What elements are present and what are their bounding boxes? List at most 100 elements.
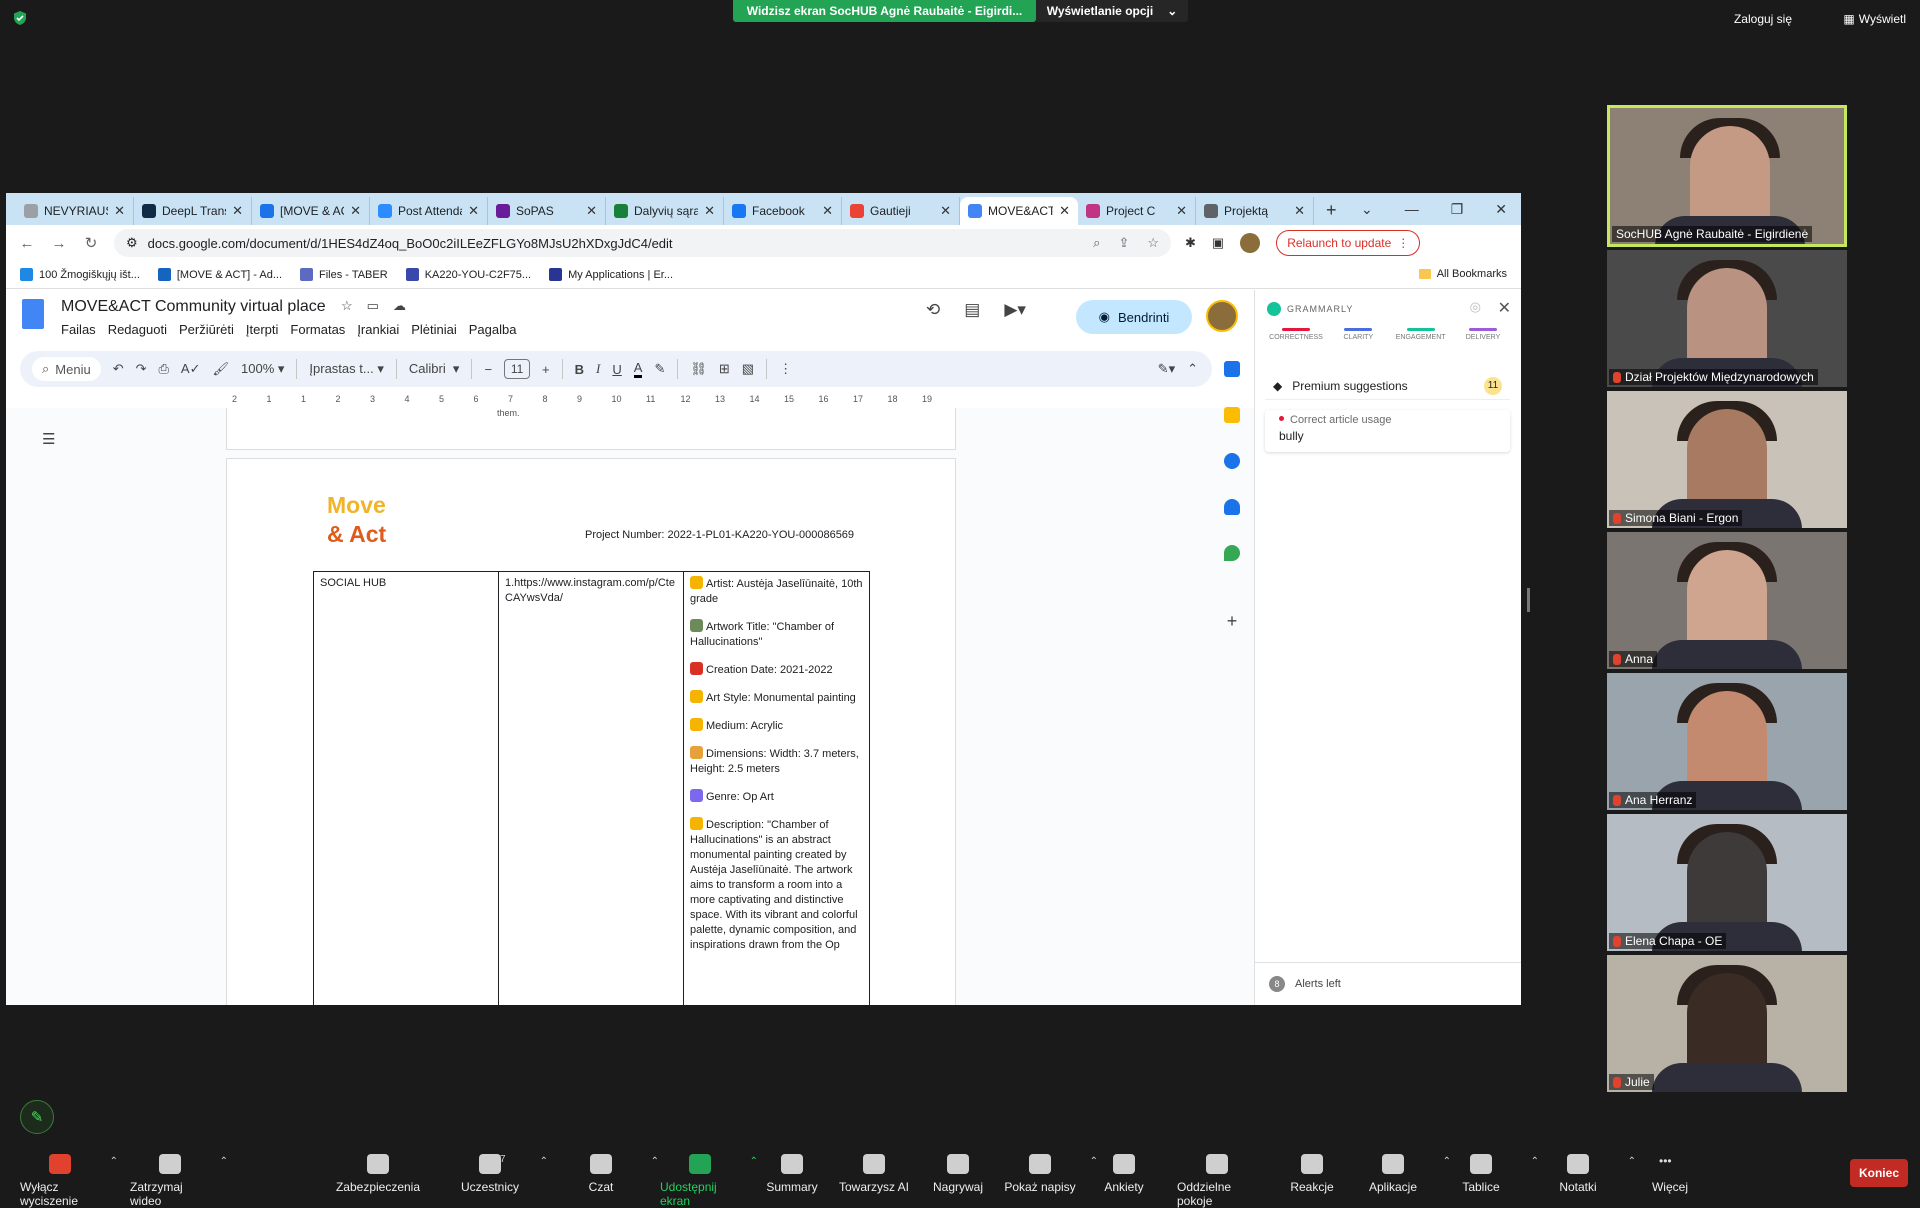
- bookmark-item[interactable]: KA220-YOU-C2F75...: [405, 268, 531, 281]
- tasks-icon[interactable]: [1224, 453, 1240, 469]
- participant-video[interactable]: Dział Projektów Międzynarodowych: [1607, 250, 1847, 387]
- grammarly-category[interactable]: CORRECTNESS: [1267, 328, 1325, 341]
- grammarly-category[interactable]: DELIVERY: [1454, 328, 1512, 341]
- link-icon[interactable]: ⛓: [690, 361, 707, 377]
- decrease-font-icon[interactable]: −: [484, 362, 492, 377]
- docs-logo-icon[interactable]: [22, 299, 44, 329]
- toolbar-whiteboards-button[interactable]: Tablice ⌃: [1441, 1154, 1539, 1194]
- bookmark-item[interactable]: Files - TABER: [300, 268, 388, 281]
- toolbar-summary-button[interactable]: Summary: [752, 1154, 832, 1194]
- bookmark-star-icon[interactable]: ☆: [1147, 235, 1159, 251]
- goals-icon[interactable]: ◎: [1470, 299, 1481, 315]
- browser-tab[interactable]: [MOVE & ACT] ✕: [252, 197, 370, 225]
- panel-resize-handle[interactable]: [1527, 588, 1530, 612]
- italic-icon[interactable]: I: [596, 361, 600, 377]
- back-icon[interactable]: ←: [18, 235, 36, 252]
- zoom-icon[interactable]: ⌕: [1093, 235, 1100, 251]
- view-options-dropdown[interactable]: Wyświetlanie opcji ⌄: [1036, 0, 1188, 22]
- toolbar-polls-button[interactable]: Ankiety: [1084, 1154, 1164, 1194]
- extensions-icon[interactable]: ✱: [1185, 235, 1196, 251]
- style-select[interactable]: Įprastas t... ▾: [309, 361, 383, 377]
- grammarly-category[interactable]: CLARITY: [1329, 328, 1387, 341]
- increase-font-icon[interactable]: +: [542, 362, 550, 377]
- menu-item[interactable]: Peržiūrėti: [179, 322, 234, 337]
- menu-item[interactable]: Formatas: [290, 322, 345, 337]
- browser-tab[interactable]: Post Attendance ✕: [370, 197, 488, 225]
- browser-tab[interactable]: Project C ✕: [1078, 197, 1196, 225]
- content-table[interactable]: SOCIAL HUB 1.https://www.instagram.com/p…: [313, 571, 870, 1005]
- table-cell-info[interactable]: Artist: Austėja Jaselīūnaitė, 10th grade…: [684, 572, 869, 1005]
- toolbar-captions-button[interactable]: Pokaż napisy ⌃: [1000, 1154, 1098, 1194]
- browser-tab[interactable]: DeepL Translate ✕: [134, 197, 252, 225]
- toolbar-chat-button[interactable]: Czat ⌃: [561, 1154, 659, 1194]
- move-folder-icon[interactable]: ▭: [367, 298, 379, 314]
- participant-video[interactable]: Ana Herranz: [1607, 673, 1847, 810]
- comments-icon[interactable]: ▤: [964, 300, 980, 320]
- browser-tab[interactable]: MOVE&ACT ✕: [960, 197, 1078, 225]
- site-info-icon[interactable]: ⚙: [126, 235, 138, 251]
- browser-tab[interactable]: Projektą ✕: [1196, 197, 1314, 225]
- menu-item[interactable]: Įterpti: [246, 322, 279, 337]
- cloud-status-icon[interactable]: ☁: [393, 298, 406, 314]
- close-tab-icon[interactable]: ✕: [940, 203, 951, 219]
- close-tab-icon[interactable]: ✕: [1176, 203, 1187, 219]
- bookmark-item[interactable]: My Applications | Er...: [549, 268, 673, 281]
- shield-check-icon[interactable]: [12, 10, 28, 26]
- collapse-toolbar-icon[interactable]: ⌃: [1187, 361, 1198, 377]
- relaunch-button[interactable]: Relaunch to update ⋮: [1276, 230, 1421, 256]
- print-icon[interactable]: ⎙: [159, 361, 169, 377]
- toolbar-reactions-button[interactable]: Reakcje: [1272, 1154, 1352, 1194]
- browser-tab[interactable]: Gautieji ✕: [842, 197, 960, 225]
- toolbar-ai-companion-button[interactable]: Towarzysz AI: [834, 1154, 914, 1194]
- annotate-pen-icon[interactable]: ✎: [20, 1100, 54, 1134]
- all-bookmarks-button[interactable]: All Bookmarks: [1418, 268, 1507, 280]
- close-tab-icon[interactable]: ✕: [586, 203, 597, 219]
- minimize-icon[interactable]: —: [1405, 201, 1419, 217]
- end-meeting-button[interactable]: Koniec: [1850, 1159, 1908, 1187]
- zoom-select[interactable]: 100% ▾: [241, 361, 284, 377]
- spellcheck-icon[interactable]: A✓: [181, 361, 201, 377]
- browser-tab[interactable]: Dalyvių sąrašas ✕: [606, 197, 724, 225]
- view-button[interactable]: ▦ Wyświetl: [1843, 12, 1906, 26]
- participant-video[interactable]: Anna: [1607, 532, 1847, 669]
- browser-tab[interactable]: Facebook ✕: [724, 197, 842, 225]
- toolbar-notes-button[interactable]: Notatki ⌃: [1538, 1154, 1636, 1194]
- participant-video[interactable]: Simona Biani - Ergon: [1607, 391, 1847, 528]
- participant-video[interactable]: Julie: [1607, 955, 1847, 1092]
- tab-search-icon[interactable]: ⌄: [1361, 201, 1373, 218]
- menu-item[interactable]: Redaguoti: [108, 322, 167, 337]
- menu-item[interactable]: Įrankiai: [357, 322, 399, 337]
- reload-icon[interactable]: ↻: [82, 234, 100, 252]
- share-icon[interactable]: ⇪: [1118, 235, 1129, 251]
- maps-icon[interactable]: [1224, 545, 1240, 561]
- toolbar-shield-button[interactable]: Zabezpieczenia: [336, 1154, 420, 1194]
- participant-video[interactable]: Elena Chapa - OE: [1607, 814, 1847, 951]
- ruler[interactable]: 2 1 1 2 3 4 5 6 7 8 9 10 11 12 13 14 15 16 17 18 19: [226, 394, 956, 408]
- share-button[interactable]: ◉ Bendrinti: [1076, 300, 1192, 334]
- paint-format-icon[interactable]: 🖌: [213, 361, 230, 377]
- close-tab-icon[interactable]: ✕: [350, 203, 361, 219]
- history-icon[interactable]: ⟲: [926, 300, 940, 320]
- participant-video[interactable]: SocHUB Agnė Raubaitė - Eigirdienė: [1607, 105, 1847, 247]
- menu-item[interactable]: Pagalba: [469, 322, 517, 337]
- menu-item[interactable]: Failas: [61, 322, 96, 337]
- meet-icon[interactable]: ▶▾: [1004, 300, 1026, 320]
- toolbar-more-button[interactable]: ••• Więcej: [1630, 1154, 1710, 1194]
- close-window-icon[interactable]: ✕: [1495, 201, 1507, 218]
- close-tab-icon[interactable]: ✕: [232, 203, 243, 219]
- caret-up-icon[interactable]: ⌃: [540, 1156, 548, 1167]
- caret-up-icon[interactable]: ⌃: [651, 1156, 659, 1167]
- bookmark-item[interactable]: [MOVE & ACT] - Ad...: [157, 268, 282, 281]
- star-icon[interactable]: ☆: [341, 298, 353, 314]
- document-page[interactable]: Move & Act Project Number: 2022-1-PL01-K…: [226, 458, 956, 1005]
- underline-icon[interactable]: U: [612, 362, 621, 377]
- table-cell[interactable]: SOCIAL HUB: [314, 572, 499, 1005]
- toolbar-participants-button[interactable]: Uczestnicy 7 ⌃: [450, 1154, 548, 1194]
- redo-icon[interactable]: ↷: [136, 361, 147, 377]
- new-tab-icon[interactable]: +: [1326, 200, 1337, 221]
- menu-item[interactable]: Plėtiniai: [411, 322, 457, 337]
- font-size-input[interactable]: 11: [504, 359, 531, 379]
- bookmark-item[interactable]: 100 Žmogiškųjų išt...: [20, 268, 140, 281]
- outline-icon[interactable]: ☰: [42, 430, 55, 448]
- keep-icon[interactable]: [1224, 407, 1240, 423]
